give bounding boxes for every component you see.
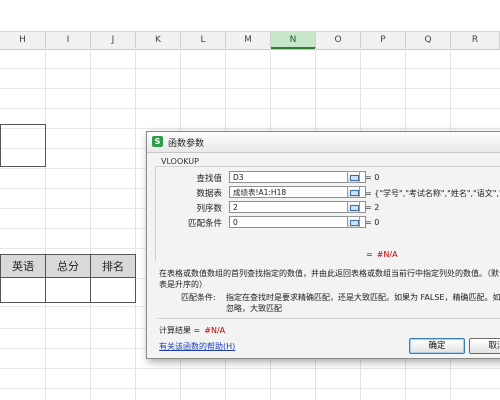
- column-header-q[interactable]: Q: [406, 32, 451, 49]
- arg-result-match-type: = 0: [365, 218, 380, 227]
- column-header-o[interactable]: O: [316, 32, 361, 49]
- param-description-cont: 忽略，大致匹配: [226, 304, 282, 313]
- merged-cell[interactable]: [0, 124, 46, 167]
- function-result-value: #N/A: [376, 250, 398, 259]
- function-result-eq: =: [366, 250, 373, 259]
- calc-result-label: 计算结果 =: [159, 326, 201, 335]
- header-cell-total[interactable]: 总分: [45, 254, 91, 278]
- arg-label-col-index: 列序数: [196, 204, 222, 214]
- arg-result-table-array: = {"学号","考试名称","姓名","语文",": [365, 189, 500, 198]
- column-header-k[interactable]: K: [136, 32, 181, 49]
- column-header-j[interactable]: J: [91, 32, 136, 49]
- data-cell[interactable]: [90, 277, 136, 303]
- calculation-result: 计算结果 = #N/A: [159, 325, 225, 336]
- arg-input-match-type[interactable]: 0: [229, 216, 366, 228]
- function-result: = #N/A: [366, 250, 398, 259]
- arg-result-col-index: = 2: [365, 203, 380, 212]
- header-cell-english[interactable]: 英语: [0, 254, 46, 278]
- range-select-icon[interactable]: [347, 171, 360, 183]
- column-header-m[interactable]: M: [226, 32, 271, 49]
- column-header-i[interactable]: I: [46, 32, 91, 49]
- param-description: 指定在查找时是要求精确匹配，还是大致匹配。如果为 FALSE，精确匹配。如果为 …: [226, 293, 500, 302]
- function-description: 在表格或数值数组的首列查找指定的数值，并由此返回表格或数组当前行中指定列处的数值…: [159, 269, 500, 278]
- arg-input-table-array[interactable]: 成绩表!A1:H18: [229, 186, 366, 198]
- cancel-button[interactable]: 取消: [469, 338, 500, 354]
- data-cell[interactable]: [0, 277, 46, 303]
- header-cell-rank[interactable]: 排名: [90, 254, 136, 278]
- column-header-p[interactable]: P: [361, 32, 406, 49]
- column-header-l[interactable]: L: [181, 32, 226, 49]
- dialog-title: 函数参数: [168, 139, 205, 149]
- function-name: VLOOKUP: [161, 157, 199, 166]
- dialog-title-bar[interactable]: S 函数参数: [147, 132, 500, 153]
- column-header-r[interactable]: R: [451, 32, 500, 49]
- column-header-h[interactable]: H: [0, 32, 46, 49]
- param-description-label: 匹配条件:: [181, 293, 216, 302]
- function-description-cont: 表是升序的）: [159, 280, 207, 289]
- arg-result-lookup-value: = 0: [365, 173, 380, 182]
- arg-label-table-array: 数据表: [196, 189, 222, 199]
- data-cell[interactable]: [45, 277, 91, 303]
- function-arguments-dialog: S 函数参数 VLOOKUP 查找值 D3 = 0 数据表 成绩表!A1:H18…: [146, 131, 500, 359]
- range-select-icon[interactable]: [347, 186, 360, 198]
- divider: [157, 318, 500, 319]
- arg-input-lookup-value[interactable]: D3: [229, 171, 366, 183]
- help-link[interactable]: 有关该函数的帮助(H): [159, 341, 235, 352]
- range-select-icon[interactable]: [347, 201, 360, 213]
- column-header-n[interactable]: N: [271, 32, 316, 49]
- calc-result-value: #N/A: [204, 326, 226, 335]
- spreadsheet-app-icon: S: [152, 136, 163, 147]
- arg-input-col-index[interactable]: 2: [229, 201, 366, 213]
- range-select-icon[interactable]: [347, 216, 360, 228]
- arg-label-lookup-value: 查找值: [196, 174, 222, 184]
- arg-label-match-type: 匹配条件: [187, 219, 222, 229]
- ok-button[interactable]: 确定: [409, 338, 465, 354]
